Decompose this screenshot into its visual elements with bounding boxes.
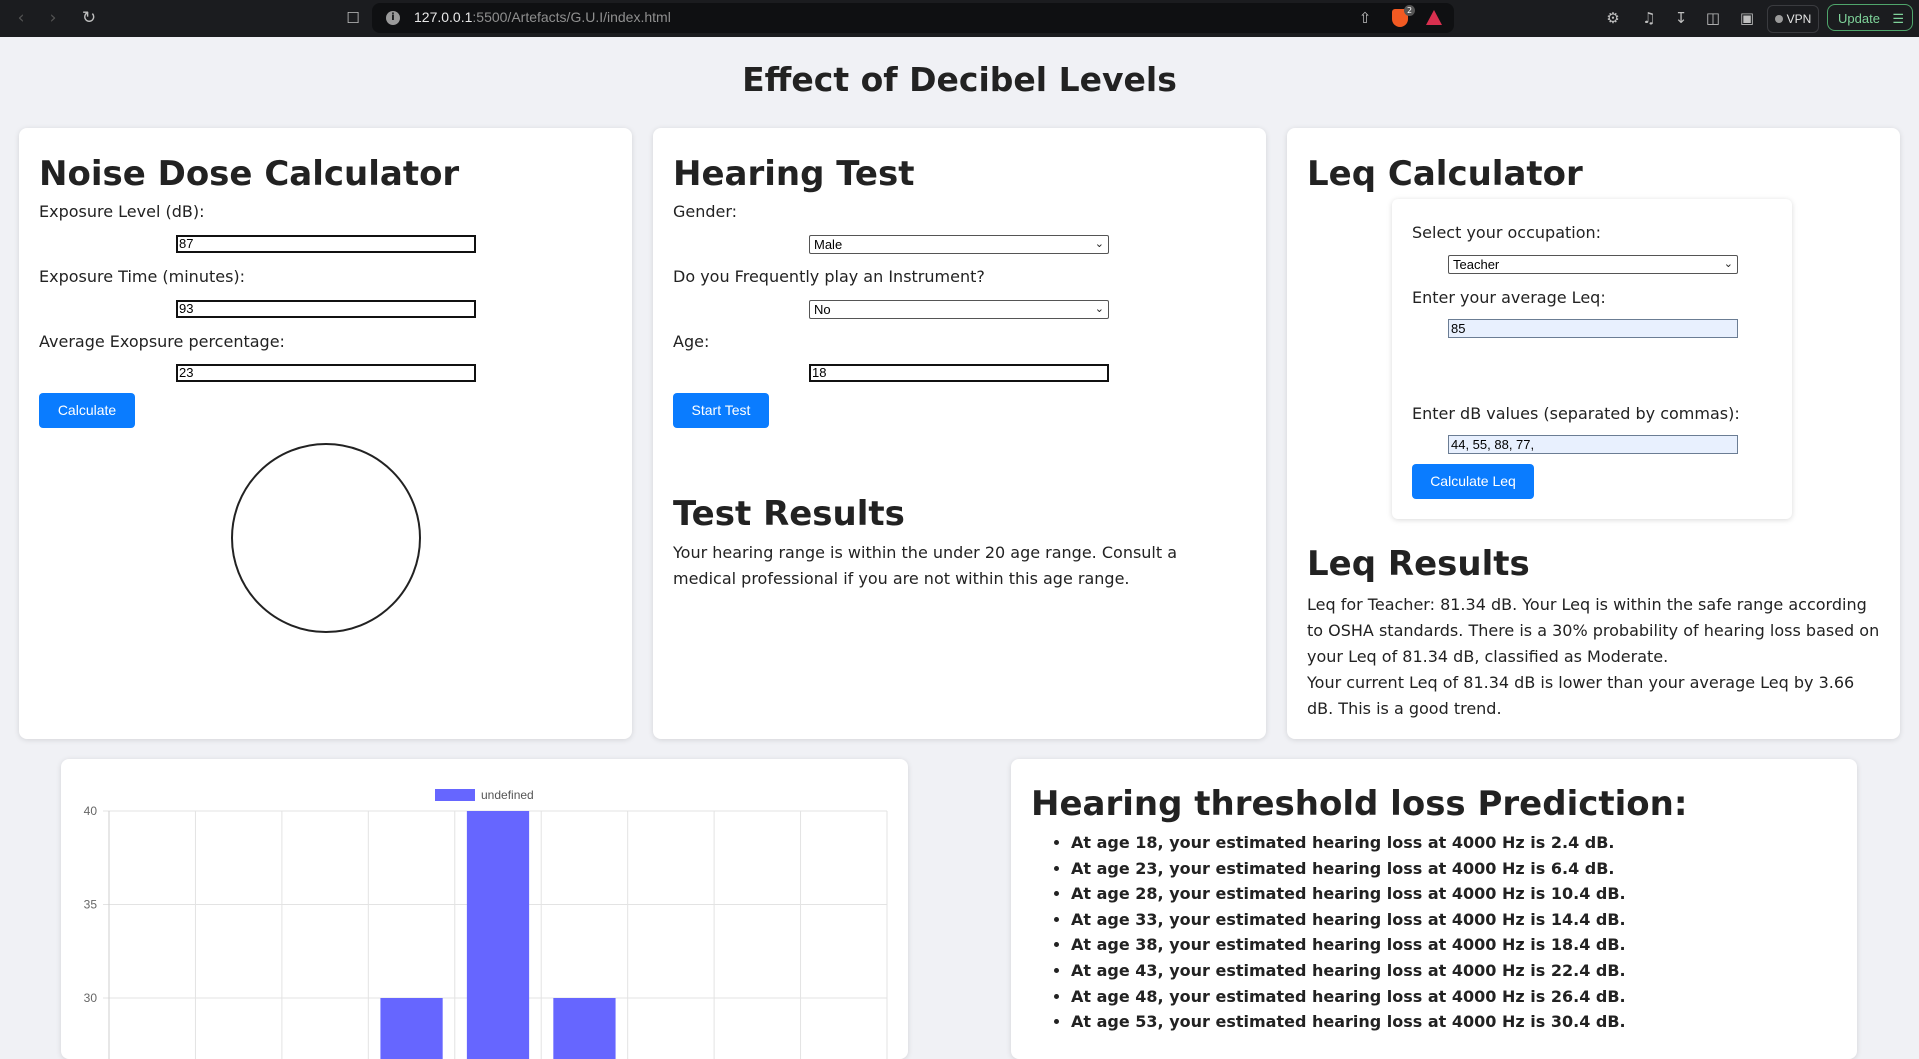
- exposure-time-label: Exposure Time (minutes):: [39, 267, 246, 286]
- prediction-item: At age 53, your estimated hearing loss a…: [1071, 1009, 1851, 1035]
- sidebar-icon[interactable]: ◫: [1700, 5, 1726, 31]
- leq-results-line1: Leq for Teacher: 81.34 dB. Your Leq is w…: [1307, 595, 1880, 666]
- chart-bar: [380, 998, 443, 1059]
- reload-icon[interactable]: ↻: [76, 5, 102, 31]
- prediction-list: At age 18, your estimated hearing loss a…: [1031, 830, 1851, 1035]
- y-tick-label: 30: [84, 991, 98, 1005]
- shield-badge: 2: [1404, 5, 1415, 16]
- address-bar[interactable]: i 127.0.0.1:5500/Artefacts/G.U.I/index.h…: [372, 3, 1454, 33]
- occupation-select[interactable]: Teacher ⌄: [1448, 255, 1738, 274]
- age-input[interactable]: 18: [809, 364, 1109, 382]
- noise-dose-heading: Noise Dose Calculator: [39, 154, 460, 194]
- prediction-heading: Hearing threshold loss Prediction:: [1031, 784, 1688, 824]
- browser-toolbar: ‹ › ↻ ☐ i 127.0.0.1:5500/Artefacts/G.U.I…: [0, 0, 1919, 37]
- avg-leq-input[interactable]: 85: [1448, 319, 1738, 338]
- bookmark-icon[interactable]: ☐: [340, 5, 366, 31]
- gender-label: Gender:: [673, 202, 738, 221]
- leq-results-line2: Your current Leq of 81.34 dB is lower th…: [1307, 673, 1855, 718]
- vpn-status-icon: [1774, 15, 1783, 23]
- exposure-level-label: Exposure Level (dB):: [39, 202, 205, 221]
- prediction-item: At age 23, your estimated hearing loss a…: [1071, 856, 1851, 882]
- exposure-time-input[interactable]: 93: [176, 300, 476, 318]
- download-icon[interactable]: ↧: [1668, 5, 1694, 31]
- start-test-button[interactable]: Start Test: [673, 393, 769, 428]
- forward-icon[interactable]: ›: [40, 5, 66, 31]
- share-icon[interactable]: ⇧: [1352, 5, 1378, 31]
- avg-percentage-label: Average Exopsure percentage:: [39, 332, 285, 351]
- bar-chart: 30 35 40 undefined: [84, 788, 888, 1059]
- noise-dose-gauge: [231, 443, 421, 633]
- chart-card: 30 35 40 undefined: [61, 759, 908, 1059]
- avg-leq-label: Enter your average Leq:: [1412, 288, 1606, 307]
- y-tick-label: 40: [84, 804, 98, 818]
- rewards-icon[interactable]: [1426, 10, 1442, 25]
- chart-bar: [466, 811, 530, 1059]
- wallet-icon[interactable]: ▣: [1734, 5, 1760, 31]
- noise-dose-card: Noise Dose Calculator Exposure Level (dB…: [19, 128, 632, 739]
- update-button[interactable]: Update ☰: [1827, 4, 1913, 31]
- gender-select[interactable]: Male ⌄: [809, 235, 1109, 254]
- legend-swatch: [435, 789, 475, 801]
- leq-form: Select your occupation: Teacher ⌄ Enter y…: [1392, 199, 1792, 519]
- chevron-down-icon: ⌄: [1723, 258, 1733, 270]
- db-values-label: Enter dB values (separated by commas):: [1412, 404, 1740, 423]
- db-values-input[interactable]: 44, 55, 88, 77,: [1448, 435, 1738, 454]
- chevron-down-icon: ⌄: [1094, 238, 1104, 250]
- instrument-select[interactable]: No ⌄: [809, 300, 1109, 319]
- leq-results-heading: Leq Results: [1307, 544, 1530, 584]
- prediction-item: At age 38, your estimated hearing loss a…: [1071, 932, 1851, 958]
- back-icon[interactable]: ‹: [8, 5, 34, 31]
- prediction-item: At age 48, your estimated hearing loss a…: [1071, 984, 1851, 1010]
- calculate-leq-button[interactable]: Calculate Leq: [1412, 464, 1534, 499]
- media-icon[interactable]: ♫: [1636, 5, 1662, 31]
- menu-icon: ☰: [1892, 11, 1904, 26]
- occupation-label: Select your occupation:: [1412, 223, 1602, 242]
- vpn-button[interactable]: VPN: [1767, 5, 1819, 33]
- site-info-icon[interactable]: i: [386, 11, 400, 25]
- prediction-item: At age 18, your estimated hearing loss a…: [1071, 830, 1851, 856]
- exposure-level-input[interactable]: 87: [176, 235, 476, 253]
- chevron-down-icon: ⌄: [1094, 303, 1104, 315]
- prediction-item: At age 43, your estimated hearing loss a…: [1071, 958, 1851, 984]
- y-tick-label: 35: [84, 898, 98, 912]
- leq-heading: Leq Calculator: [1307, 154, 1583, 194]
- page-title: Effect of Decibel Levels: [742, 60, 1177, 99]
- instrument-label: Do you Frequently play an Instrument?: [673, 267, 985, 286]
- prediction-item: At age 33, your estimated hearing loss a…: [1071, 907, 1851, 933]
- test-results-heading: Test Results: [673, 494, 905, 534]
- avg-percentage-input[interactable]: 23: [176, 364, 476, 382]
- prediction-item: At age 28, your estimated hearing loss a…: [1071, 881, 1851, 907]
- age-label: Age:: [673, 332, 710, 351]
- hearing-test-heading: Hearing Test: [673, 154, 915, 194]
- extensions-icon[interactable]: ⚙: [1600, 5, 1626, 31]
- chart-bar: [553, 998, 616, 1059]
- calculate-button[interactable]: Calculate: [39, 393, 135, 428]
- test-results-text: Your hearing range is within the under 2…: [673, 543, 1178, 588]
- url-text: 127.0.0.1:5500/Artefacts/G.U.I/index.htm…: [414, 9, 671, 25]
- hearing-test-card: Hearing Test Gender: Male ⌄ Do you Freque…: [653, 128, 1266, 739]
- leq-results-text: Leq for Teacher: 81.34 dB. Your Leq is w…: [1307, 592, 1882, 722]
- legend-label: undefined: [481, 788, 534, 802]
